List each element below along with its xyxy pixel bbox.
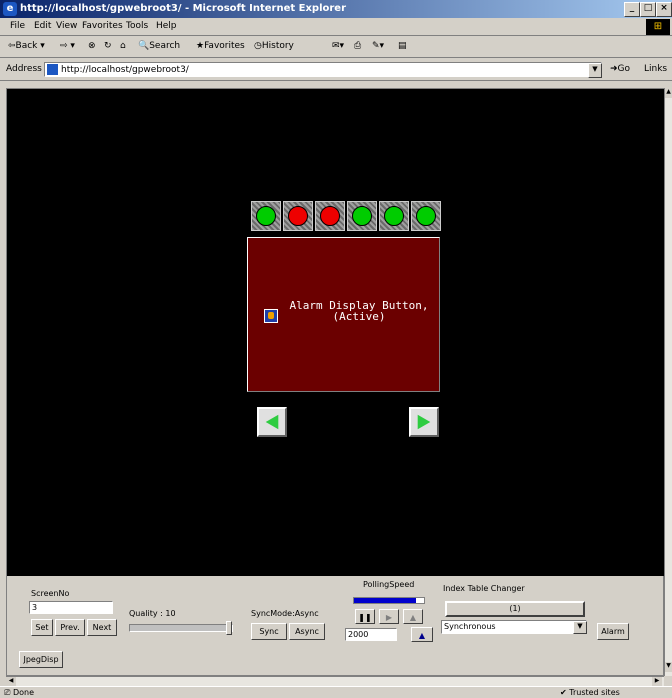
jpegdisp-button[interactable]: JpegDisp	[19, 651, 63, 668]
quality-slider-thumb[interactable]	[226, 621, 232, 635]
status-done: Done	[12, 688, 34, 697]
indicator-lamp	[411, 201, 441, 231]
forward-button[interactable]: ⇨ ▾	[60, 41, 75, 51]
scroll-up-icon[interactable]: ▲	[665, 88, 672, 98]
polling-progress-bar	[353, 597, 425, 604]
next-button[interactable]: Next	[87, 619, 117, 636]
arrow-right-icon	[417, 414, 431, 430]
scroll-left-icon[interactable]: ◀	[6, 677, 16, 686]
alarm-text: Alarm Display Button, (Active)	[284, 300, 434, 322]
home-icon[interactable]: ⌂	[120, 41, 126, 51]
stop-icon[interactable]: ⊗	[88, 41, 96, 51]
indicator-lamp	[315, 201, 345, 231]
go-button[interactable]: ➜Go	[610, 64, 630, 74]
back-button[interactable]: ⇦Back ▾	[8, 41, 45, 51]
status-bar: ⎚ Done ✔ Trusted sites	[0, 686, 672, 698]
favorites-label: Favorites	[204, 41, 245, 51]
indicator-lamp	[379, 201, 409, 231]
menu-favorites[interactable]: Favorites	[82, 21, 123, 31]
menu-view[interactable]: View	[56, 21, 77, 31]
ie-icon: e	[3, 2, 17, 16]
previous-screen-button[interactable]	[257, 407, 287, 437]
links-button[interactable]: Links	[644, 64, 667, 74]
syncmode-label: SyncMode:Async	[251, 609, 319, 618]
lamp-light-icon	[384, 206, 404, 226]
alarm-bell-icon	[264, 309, 278, 323]
address-label: Address	[6, 64, 42, 74]
status-text: ⎚ Done	[4, 688, 34, 697]
arrow-left-icon	[265, 414, 279, 430]
address-url: http://localhost/gpwebroot3/	[61, 65, 189, 75]
security-zone: ✔ Trusted sites	[560, 688, 620, 697]
mail-icon[interactable]: ✉▾	[332, 41, 344, 51]
menu-file[interactable]: File	[10, 21, 25, 31]
set-button[interactable]: Set	[31, 619, 53, 636]
vertical-scrollbar[interactable]: ▲ ▼	[664, 88, 672, 676]
toolbar: ⇦Back ▾ ⇨ ▾ ⊗ ↻ ⌂ 🔍Search ★Favorites ◷Hi…	[0, 37, 672, 58]
page-content: Alarm Display Button, (Active) ScreenNo …	[6, 88, 665, 676]
quality-label: Quality : 10	[129, 609, 176, 618]
lamp-light-icon	[288, 206, 308, 226]
play-button[interactable]: ▶	[379, 609, 399, 624]
screen-no-input[interactable]: 3	[29, 601, 113, 614]
next-screen-button[interactable]	[409, 407, 439, 437]
quality-slider[interactable]	[129, 621, 233, 635]
windows-logo-icon: ⊞	[646, 19, 670, 35]
history-button[interactable]: ◷History	[254, 41, 294, 51]
page-icon	[47, 64, 58, 75]
print-icon[interactable]: ⎙	[354, 41, 361, 51]
address-input[interactable]: http://localhost/gpwebroot3/	[44, 62, 602, 77]
edit-icon[interactable]: ✎▾	[372, 41, 384, 51]
indicator-lamp	[283, 201, 313, 231]
lamp-light-icon	[352, 206, 372, 226]
sync-select[interactable]: Synchronous	[441, 620, 587, 634]
menu-help[interactable]: Help	[156, 21, 177, 31]
address-bar: Address http://localhost/gpwebroot3/ ▼ ➜…	[0, 59, 672, 81]
go-label: Go	[617, 64, 631, 74]
sync-select-value: Synchronous	[444, 622, 496, 631]
menu-edit[interactable]: Edit	[34, 21, 51, 31]
menu-tools[interactable]: Tools	[126, 21, 148, 31]
lamp-light-icon	[416, 206, 436, 226]
polling-apply-button[interactable]: ▲	[411, 627, 433, 642]
sync-select-dropdown-icon[interactable]: ▼	[573, 621, 587, 634]
minimize-button[interactable]: _	[624, 2, 640, 17]
scroll-right-icon[interactable]: ▶	[652, 677, 662, 686]
prev-button[interactable]: Prev.	[55, 619, 85, 636]
history-label: History	[261, 41, 294, 51]
lamp-light-icon	[256, 206, 276, 226]
hmi-screen: Alarm Display Button, (Active)	[7, 89, 665, 576]
polling-progress-fill	[354, 598, 416, 603]
index-table-value: (1)	[509, 604, 521, 613]
index-table-changer-button[interactable]: (1)	[445, 601, 585, 617]
lamp-light-icon	[320, 206, 340, 226]
index-table-label: Index Table Changer	[443, 584, 525, 593]
title-bar: e http://localhost/gpwebroot3/ - Microso…	[0, 0, 672, 18]
alarm-line-2: (Active)	[332, 310, 386, 323]
polling-speed-label: PollingSpeed	[363, 580, 415, 589]
favorites-button[interactable]: ★Favorites	[196, 41, 245, 51]
polling-speed-input[interactable]: 2000	[345, 628, 397, 641]
window-title: http://localhost/gpwebroot3/ - Microsoft…	[20, 3, 347, 14]
eject-button[interactable]: ▲	[403, 609, 423, 624]
indicator-lamp	[347, 201, 377, 231]
maximize-button[interactable]: □	[640, 2, 656, 17]
zone-text: Trusted sites	[569, 688, 620, 697]
alarm-display-button[interactable]: Alarm Display Button, (Active)	[247, 237, 440, 392]
search-label: Search	[149, 41, 181, 51]
pause-button[interactable]: ❚❚	[355, 609, 375, 624]
screen-no-label: ScreenNo	[31, 589, 70, 598]
close-button[interactable]: ×	[656, 2, 672, 17]
async-button[interactable]: Async	[289, 623, 325, 640]
horizontal-scrollbar[interactable]: ◀ ▶	[6, 676, 664, 686]
alarm-button[interactable]: Alarm	[597, 623, 629, 640]
address-dropdown-icon[interactable]: ▼	[588, 63, 602, 78]
discuss-icon[interactable]: ▤	[398, 41, 407, 51]
sync-button[interactable]: Sync	[251, 623, 287, 640]
indicator-lamp	[251, 201, 281, 231]
scroll-down-icon[interactable]: ▼	[665, 662, 672, 672]
refresh-icon[interactable]: ↻	[104, 41, 112, 51]
menu-bar: File Edit View Favorites Tools Help ⊞	[0, 18, 672, 36]
search-button[interactable]: 🔍Search	[138, 41, 180, 51]
